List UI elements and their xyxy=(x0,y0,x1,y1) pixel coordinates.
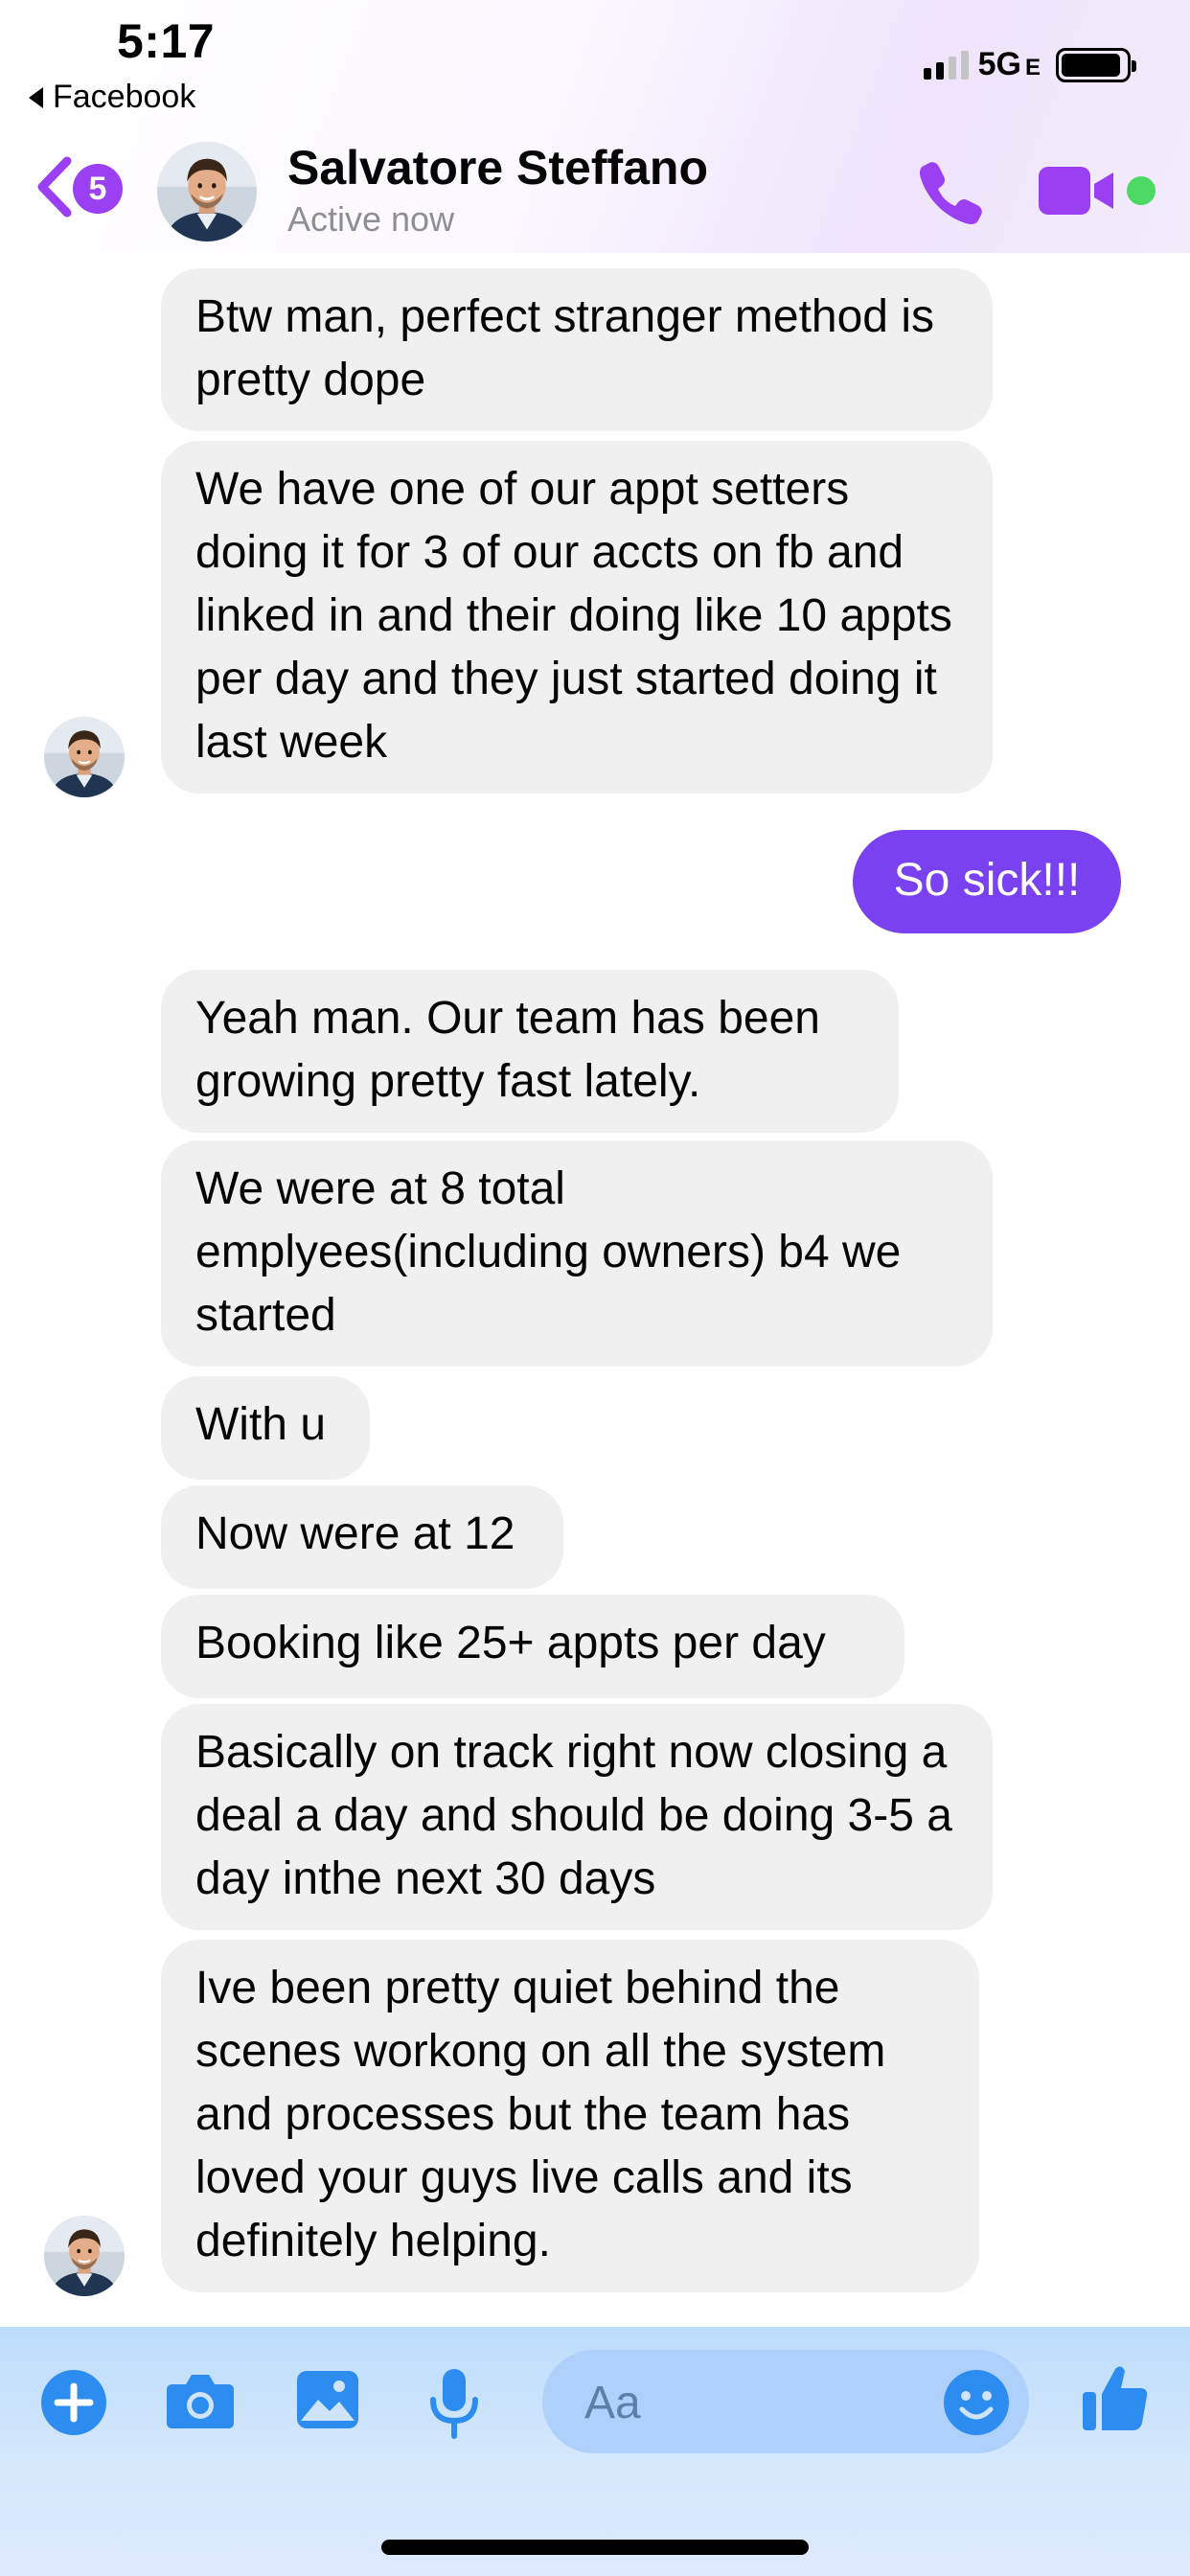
message-bubble[interactable]: Booking like 25+ appts per day xyxy=(161,1595,904,1698)
message-bubble[interactable]: Ive been pretty quiet behind the scenes … xyxy=(161,1940,979,2292)
message-bubble[interactable]: Yeah man. Our team has been growing pret… xyxy=(161,970,899,1133)
photo-icon[interactable] xyxy=(295,2369,360,2430)
active-status: Active now xyxy=(287,199,455,239)
microphone-icon[interactable] xyxy=(427,2367,481,2440)
status-time: 5:17 xyxy=(117,14,216,68)
video-call-icon[interactable] xyxy=(1039,163,1115,218)
back-app-label: Facebook xyxy=(53,79,196,115)
message-bubble[interactable]: Now were at 12 xyxy=(161,1485,563,1589)
message-bubble[interactable]: With u xyxy=(161,1376,370,1480)
my-message-bubble[interactable]: So sick!!! xyxy=(853,830,1121,933)
back-triangle-icon xyxy=(29,86,43,108)
signal-icon xyxy=(923,50,969,80)
message-bubble[interactable]: Btw man, perfect stranger method is pret… xyxy=(161,268,993,431)
plus-icon[interactable] xyxy=(40,2369,107,2436)
message-bubble[interactable]: Basically on track right now closing a d… xyxy=(161,1704,993,1930)
top-bar: 5:17 Facebook 5G E 5 Salvatore Steffano A… xyxy=(0,0,1190,253)
contact-avatar-small[interactable] xyxy=(44,2216,125,2296)
online-indicator xyxy=(1127,176,1156,205)
camera-icon[interactable] xyxy=(165,2371,236,2430)
back-to-app-link[interactable]: Facebook xyxy=(29,79,195,116)
message-input-placeholder: Aa xyxy=(584,2378,641,2428)
thumbs-up-icon[interactable] xyxy=(1081,2361,1150,2432)
unread-badge: 5 xyxy=(73,164,123,214)
contact-avatar[interactable] xyxy=(157,142,257,242)
home-indicator xyxy=(381,2540,809,2555)
contact-avatar-small[interactable] xyxy=(44,717,125,797)
status-indicators: 5G E xyxy=(923,46,1136,83)
phone-call-icon[interactable] xyxy=(916,157,985,226)
emoji-icon[interactable] xyxy=(943,2369,1010,2436)
contact-name[interactable]: Salvatore Steffano xyxy=(287,140,708,196)
battery-icon xyxy=(1056,47,1136,82)
message-bubble[interactable]: We were at 8 total emplyees(including ow… xyxy=(161,1140,993,1367)
message-bubble[interactable]: We have one of our appt setters doing it… xyxy=(161,441,993,794)
network-label: 5G E xyxy=(977,46,1041,82)
